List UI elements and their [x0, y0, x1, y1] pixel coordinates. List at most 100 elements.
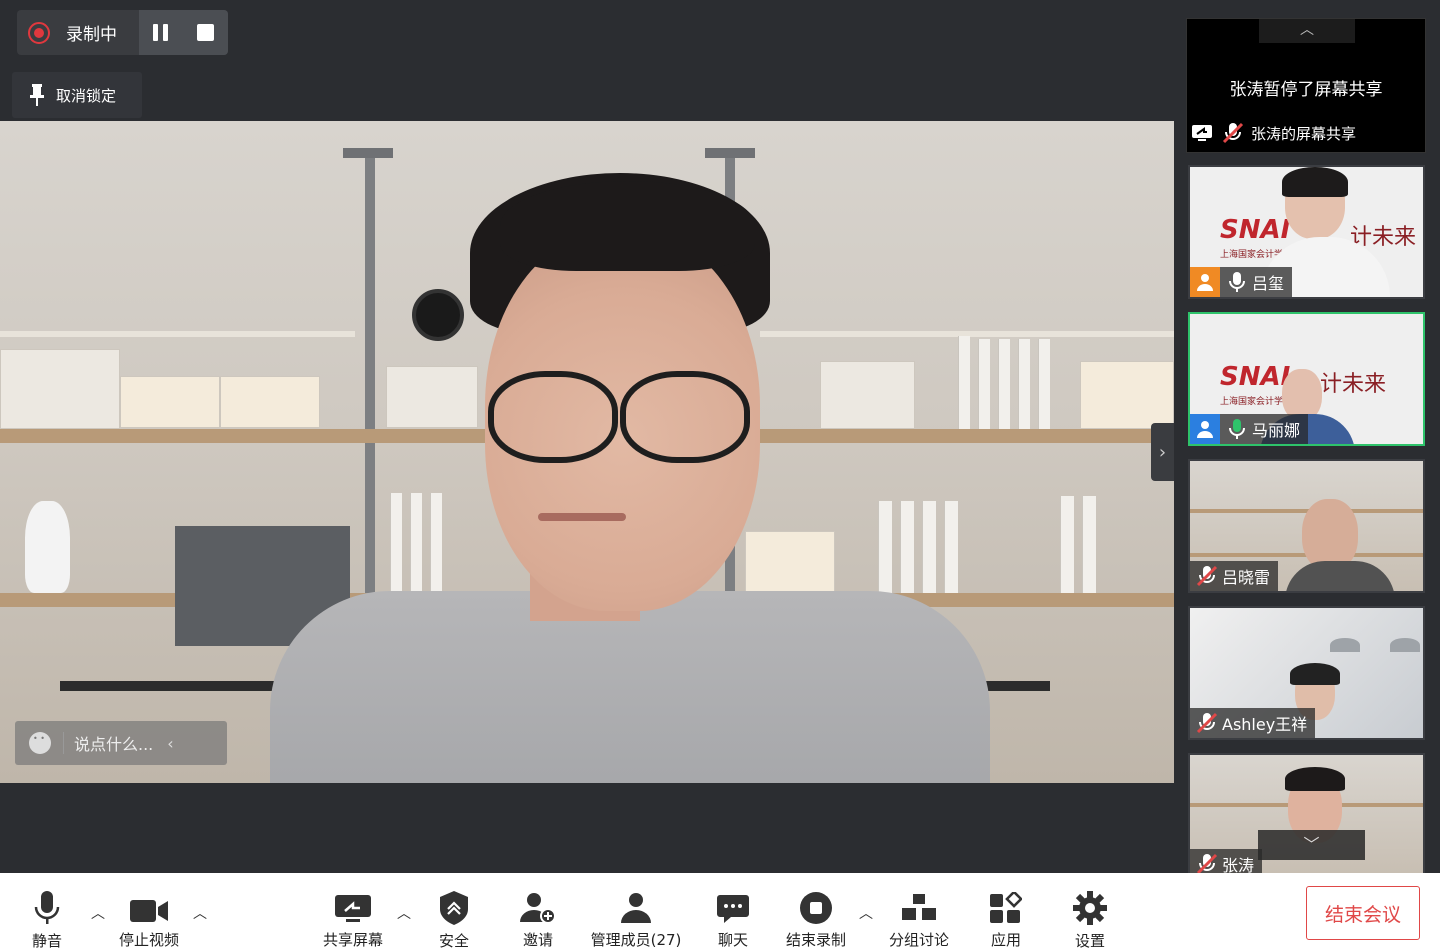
audio-options-caret-icon[interactable]: ︿	[91, 903, 105, 923]
security-button[interactable]: 安全	[432, 873, 476, 950]
book	[958, 336, 970, 429]
pause-recording-icon[interactable]	[153, 24, 169, 41]
main-stage: 录制中 取消锁定 说点什么... ‹ ›	[0, 0, 1174, 873]
add-user-icon	[520, 891, 556, 924]
scroll-down-button[interactable]: ﹀	[1258, 830, 1365, 860]
book-stack	[745, 531, 835, 593]
chat-divider	[63, 732, 64, 754]
storage-box	[386, 366, 478, 428]
tile-slogan: 计未来	[1320, 372, 1387, 397]
participant-tile[interactable]: 吕晓雷	[1188, 459, 1425, 593]
video-camera-icon	[130, 891, 168, 924]
book	[922, 501, 936, 593]
end-meeting-button[interactable]: 结束会议	[1306, 886, 1420, 940]
video-options-caret-icon[interactable]: ︿	[193, 903, 207, 923]
security-label: 安全	[438, 932, 469, 950]
chat-label: 聊天	[717, 931, 748, 949]
stop-video-label: 停止视频	[118, 931, 179, 949]
participant-name: Ashley王祥	[1222, 715, 1308, 734]
participant-label: 吕玺	[1190, 267, 1293, 297]
share-paused-message: 张涛暂停了屏幕共享	[1229, 80, 1383, 100]
storage-box	[0, 349, 120, 429]
chevron-down-icon: ﹀	[1303, 835, 1320, 854]
share-screen-icon	[334, 891, 372, 924]
tile-logo: SNAI	[1220, 362, 1291, 392]
shelf-bracket	[343, 148, 393, 158]
participant-tile[interactable]: Ashley王祥	[1188, 606, 1425, 740]
stop-video-button[interactable]: 停止视频	[112, 873, 186, 950]
mic-icon	[1226, 271, 1248, 293]
share-owner-label: 张涛的屏幕共享	[1251, 124, 1357, 143]
mute-button[interactable]: 静音	[22, 873, 72, 950]
manage-participants-button[interactable]: 管理成员(27)	[586, 873, 686, 950]
participant-name: 马丽娜	[1252, 421, 1301, 440]
storage-box	[820, 361, 915, 429]
chevron-up-icon: ︿	[1300, 22, 1314, 38]
screen-share-tile[interactable]: ︿ 张涛暂停了屏幕共享 张涛的屏幕共享	[1186, 18, 1426, 153]
record-indicator-icon	[28, 21, 50, 44]
participant-name: 张涛	[1222, 856, 1255, 875]
participant-hair	[1290, 663, 1340, 685]
chevron-left-icon[interactable]: ‹	[167, 734, 173, 753]
share-tile-label: 张涛的屏幕共享	[1191, 122, 1356, 144]
book	[430, 493, 442, 593]
mute-label: 静音	[31, 932, 62, 950]
scroll-up-button[interactable]: ︿	[1259, 19, 1355, 43]
breakout-label: 分组讨论	[888, 931, 949, 949]
participant-tile-active-speaker[interactable]: SNAI 上海国家会计学院 计未来 马丽娜	[1188, 312, 1425, 446]
participant-label: 张涛	[1190, 849, 1263, 875]
participant-label: 马丽娜	[1190, 414, 1309, 444]
recording-status-label: 录制中	[66, 25, 117, 45]
participant-label: Ashley王祥	[1190, 708, 1316, 738]
shelf-top	[0, 331, 355, 337]
participant-label: 吕晓雷	[1190, 561, 1279, 591]
book	[878, 501, 892, 593]
screen-share-icon	[1192, 125, 1212, 141]
emoji-icon[interactable]	[29, 732, 51, 754]
chat-icon	[717, 891, 749, 924]
share-screen-button[interactable]: 共享屏幕	[318, 873, 388, 950]
participant-name: 吕晓雷	[1222, 568, 1271, 587]
breakout-icon	[902, 891, 936, 924]
unpin-label: 取消锁定	[56, 86, 117, 105]
ceiling-lamp	[1330, 638, 1360, 652]
collapse-sidebar-button[interactable]: ›	[1151, 423, 1174, 481]
recording-controls	[139, 10, 228, 55]
invite-label: 邀请	[522, 931, 553, 949]
recording-options-caret-icon[interactable]: ︿	[859, 903, 873, 923]
stop-record-icon	[800, 891, 832, 924]
book-stack	[1080, 361, 1174, 429]
main-speaker-video[interactable]	[0, 121, 1174, 783]
chat-button[interactable]: 聊天	[711, 873, 755, 950]
settings-button[interactable]: 设置	[1068, 873, 1112, 950]
gear-icon	[1073, 891, 1107, 925]
pin-icon	[30, 84, 44, 106]
tile-logo: SNAI	[1220, 215, 1291, 245]
book	[1018, 339, 1030, 429]
book	[998, 339, 1010, 429]
shelf-bracket	[705, 148, 755, 158]
participant-hair	[1285, 767, 1345, 791]
participant-tile[interactable]: SNAI 上海国家会计学院 计未来 吕玺	[1188, 165, 1425, 299]
end-recording-button[interactable]: 结束录制	[782, 873, 850, 950]
host-badge-icon	[1190, 267, 1220, 297]
mic-muted-icon	[1222, 122, 1244, 144]
speaker-mouth	[538, 513, 626, 521]
share-options-caret-icon[interactable]: ︿	[397, 903, 411, 923]
invite-button[interactable]: 邀请	[516, 873, 560, 950]
apps-button[interactable]: 应用	[984, 873, 1028, 950]
unpin-button[interactable]: 取消锁定	[12, 72, 142, 118]
recording-status: 录制中	[17, 10, 139, 55]
manage-participants-label: 管理成员(27)	[590, 931, 682, 949]
settings-label: 设置	[1074, 932, 1105, 950]
breakout-rooms-button[interactable]: 分组讨论	[884, 873, 954, 950]
quick-chat-input[interactable]: 说点什么... ‹	[15, 721, 227, 765]
mic-muted-icon	[1196, 712, 1218, 734]
book-stack	[120, 376, 220, 428]
share-screen-label: 共享屏幕	[322, 931, 383, 949]
apps-grid-icon	[990, 891, 1022, 924]
shield-icon	[440, 891, 468, 925]
book	[1060, 496, 1074, 593]
stop-recording-icon[interactable]	[196, 24, 214, 41]
book	[944, 501, 958, 593]
